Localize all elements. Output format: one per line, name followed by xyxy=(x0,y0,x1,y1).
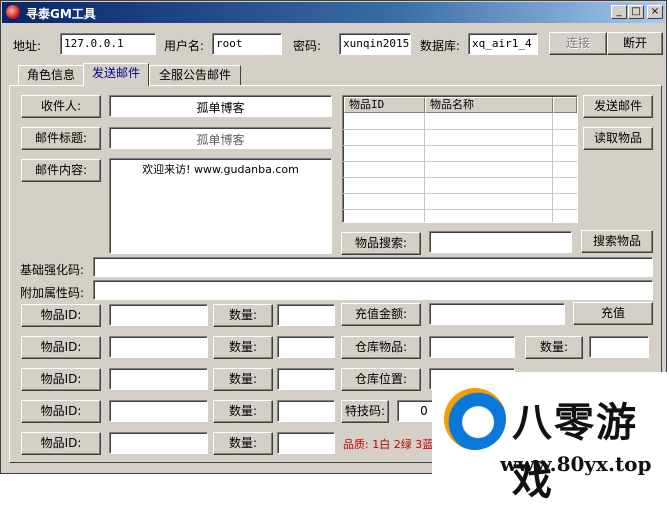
grid-row-line xyxy=(343,193,577,194)
item-search-button[interactable]: 物品搜索: xyxy=(341,232,421,255)
grid-header-item-name[interactable]: 物品名称 xyxy=(425,97,553,113)
search-items-button[interactable]: 搜索物品 xyxy=(581,230,653,253)
disconnect-button[interactable]: 断开 xyxy=(607,32,663,55)
tab-role-info[interactable]: 角色信息 xyxy=(18,65,84,85)
quality-legend: 品质: 1白 2绿 3蓝 xyxy=(343,438,434,451)
recharge-amount-button[interactable]: 充值金额: xyxy=(341,303,421,326)
item-id-button[interactable]: 物品ID: xyxy=(21,336,101,359)
grid-row-line xyxy=(343,177,577,178)
quantity-button[interactable]: 数量: xyxy=(213,432,273,455)
warehouse-item-button[interactable]: 仓库物品: xyxy=(341,336,421,359)
password-input[interactable]: xunqin2015 xyxy=(339,33,411,55)
watermark-text: 八零游戏 xyxy=(512,400,638,504)
item-id-input[interactable] xyxy=(109,336,208,358)
app-icon xyxy=(6,5,20,19)
address-label: 地址: xyxy=(13,39,42,53)
base-code-label: 基础强化码: xyxy=(20,263,85,277)
quantity-button[interactable]: 数量: xyxy=(213,304,273,327)
content-button[interactable]: 邮件内容: xyxy=(21,159,101,182)
item-grid[interactable]: 物品ID 物品名称 xyxy=(342,95,578,223)
user-input[interactable]: root xyxy=(212,33,282,55)
grid-header-filler xyxy=(553,97,577,113)
item-id-button[interactable]: 物品ID: xyxy=(21,400,101,423)
grid-row-line xyxy=(343,129,577,130)
tab-server-announcement-mail[interactable]: 全服公告邮件 xyxy=(149,65,241,85)
close-button[interactable]: × xyxy=(647,5,663,19)
grid-header-item-id[interactable]: 物品ID xyxy=(344,97,425,113)
recipient-input[interactable]: 孤单博客 xyxy=(109,95,332,117)
send-mail-button[interactable]: 发送邮件 xyxy=(583,95,653,118)
quantity-input[interactable] xyxy=(277,304,335,326)
grid-row-line xyxy=(343,145,577,146)
warehouse-position-button[interactable]: 仓库位置: xyxy=(341,368,421,391)
quantity-button[interactable]: 数量: xyxy=(213,336,273,359)
quantity-input[interactable] xyxy=(277,368,335,390)
subject-input[interactable]: 孤单博客 xyxy=(109,127,332,149)
quantity-button[interactable]: 数量: xyxy=(213,368,273,391)
recharge-button[interactable]: 充值 xyxy=(573,302,653,325)
item-search-input[interactable] xyxy=(429,231,572,253)
quantity-input[interactable] xyxy=(277,400,335,422)
logo-emblem-icon xyxy=(444,388,506,450)
item-id-button[interactable]: 物品ID: xyxy=(21,304,101,327)
title-bar[interactable]: 寻泰GM工具 _ □ × xyxy=(2,2,665,23)
tab-send-mail[interactable]: 发送邮件 xyxy=(83,63,149,86)
password-label: 密码: xyxy=(293,39,322,53)
item-id-input[interactable] xyxy=(109,400,208,422)
address-input[interactable]: 127.0.0.1 xyxy=(60,33,156,55)
warehouse-quantity-input[interactable] xyxy=(589,336,649,358)
quantity-input[interactable] xyxy=(277,432,335,454)
extra-attr-label: 附加属性码: xyxy=(20,286,85,300)
minimize-button[interactable]: _ xyxy=(611,5,627,19)
window-title: 寻泰GM工具 xyxy=(26,7,96,21)
recipient-button[interactable]: 收件人: xyxy=(21,95,101,118)
user-label: 用户名: xyxy=(164,39,205,53)
item-id-input[interactable] xyxy=(109,432,208,454)
grid-row-line xyxy=(343,209,577,210)
item-id-input[interactable] xyxy=(109,368,208,390)
base-code-input[interactable] xyxy=(93,257,653,277)
subject-button[interactable]: 邮件标题: xyxy=(21,127,101,150)
warehouse-item-input[interactable] xyxy=(429,336,515,358)
recharge-amount-input[interactable] xyxy=(429,303,565,325)
grid-row-line xyxy=(343,161,577,162)
content-textarea[interactable]: 欢迎来访! www.gudanba.com xyxy=(109,158,332,254)
connect-button[interactable]: 连接 xyxy=(549,32,607,55)
skill-code-button[interactable]: 特技码: xyxy=(341,400,389,423)
warehouse-quantity-button[interactable]: 数量: xyxy=(525,336,583,359)
quantity-input[interactable] xyxy=(277,336,335,358)
quantity-button[interactable]: 数量: xyxy=(213,400,273,423)
read-items-button[interactable]: 读取物品 xyxy=(583,127,653,150)
watermark-url: www.80yx.top xyxy=(500,452,652,476)
item-id-button[interactable]: 物品ID: xyxy=(21,368,101,391)
database-input[interactable]: xq_air1_4 xyxy=(468,33,538,55)
database-label: 数据库: xyxy=(420,39,461,53)
extra-attr-input[interactable] xyxy=(93,280,653,300)
watermark-logo: 八零游戏 www.80yx.top xyxy=(432,372,669,504)
maximize-button[interactable]: □ xyxy=(628,5,644,19)
item-id-button[interactable]: 物品ID: xyxy=(21,432,101,455)
item-id-input[interactable] xyxy=(109,304,208,326)
